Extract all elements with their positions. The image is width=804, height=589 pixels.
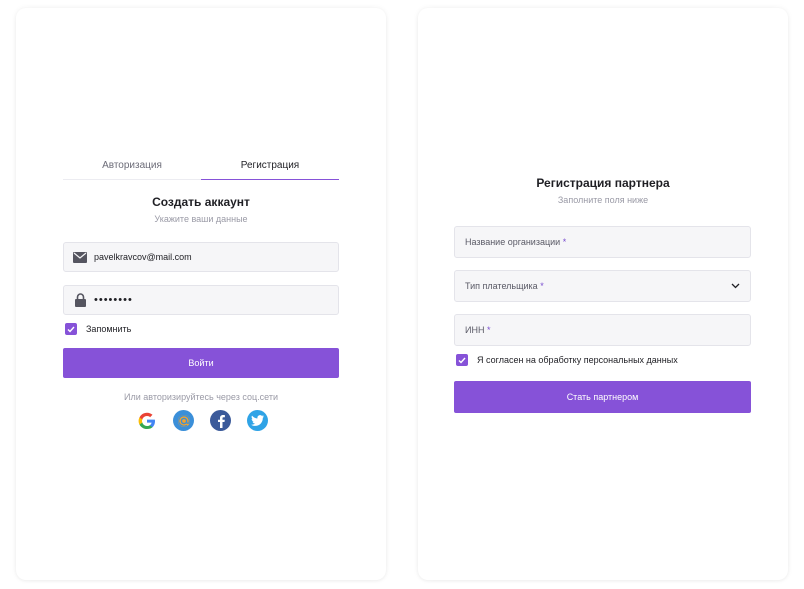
check-icon xyxy=(458,357,466,364)
chevron-down-icon xyxy=(731,283,740,289)
org-name-label: Название организации xyxy=(465,237,561,247)
org-name-field[interactable]: Название организации * xyxy=(454,226,751,258)
mail-icon xyxy=(72,249,88,265)
social-hint: Или авторизируйтесь через соц.сети xyxy=(124,392,278,402)
partner-subtitle: Заполните поля ниже xyxy=(557,195,649,205)
payer-type-label: Тип плательщика xyxy=(465,281,538,291)
check-icon xyxy=(67,326,75,333)
tab-authorization[interactable]: Авторизация xyxy=(63,151,201,179)
remember-row[interactable]: Запомнить xyxy=(65,323,131,335)
required-mark: * xyxy=(540,281,544,291)
tab-registration[interactable]: Регистрация xyxy=(201,151,339,180)
partner-title: Регистрация партнера xyxy=(536,176,670,190)
remember-checkbox[interactable] xyxy=(65,323,77,335)
twitter-icon[interactable] xyxy=(247,410,268,431)
password-input[interactable] xyxy=(94,294,338,306)
login-button[interactable]: Войти xyxy=(63,348,339,378)
auth-tabs: Авторизация Регистрация xyxy=(63,151,339,180)
facebook-icon[interactable] xyxy=(210,410,231,431)
remember-label: Запомнить xyxy=(86,324,132,334)
social-buttons xyxy=(136,410,268,431)
required-mark: * xyxy=(562,237,567,247)
inn-field[interactable]: ИНН * xyxy=(454,314,751,346)
lock-icon xyxy=(72,292,88,308)
payer-type-select[interactable]: Тип плательщика * xyxy=(454,270,751,302)
login-subtitle: Укажите ваши данные xyxy=(154,214,248,224)
mail-ru-icon[interactable] xyxy=(173,410,194,431)
required-mark: * xyxy=(486,325,491,335)
consent-label: Я согласен на обработку персональных дан… xyxy=(477,355,678,365)
google-icon[interactable] xyxy=(136,410,157,431)
login-card: Авторизация Регистрация Создать аккаунт … xyxy=(16,8,386,580)
email-input[interactable] xyxy=(94,252,338,262)
consent-checkbox[interactable] xyxy=(456,354,468,366)
email-field[interactable] xyxy=(63,242,339,272)
login-title: Создать аккаунт xyxy=(152,195,250,209)
password-field[interactable] xyxy=(63,285,339,315)
partner-card: Регистрация партнера Заполните поля ниже… xyxy=(418,8,788,580)
become-partner-button[interactable]: Стать партнером xyxy=(454,381,751,413)
consent-row[interactable]: Я согласен на обработку персональных дан… xyxy=(456,354,678,366)
inn-label: ИНН xyxy=(465,325,485,335)
